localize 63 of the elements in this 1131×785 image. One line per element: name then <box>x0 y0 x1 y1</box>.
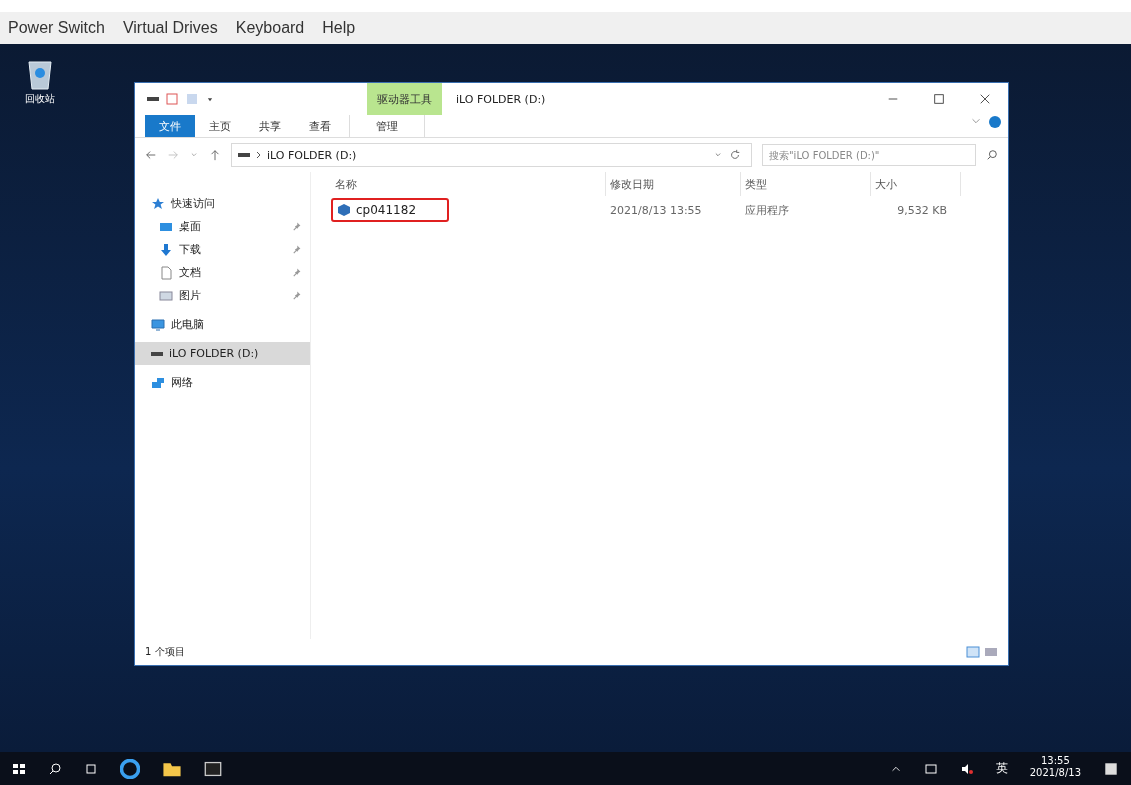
table-cell-text: 应用程序 <box>744 202 790 218</box>
menu-item[interactable]: Help <box>322 19 356 37</box>
back-icon <box>145 149 157 161</box>
pin-icon[interactable] <box>291 244 302 255</box>
status-text: 1 个项目 <box>145 645 186 659</box>
file-name-cell[interactable]: cp041182 <box>331 198 449 222</box>
maximize-icon <box>933 93 945 105</box>
ribbon-tab[interactable]: 管理 <box>349 115 425 137</box>
pin-icon[interactable] <box>291 267 302 278</box>
ribbon-tab[interactable]: 文件 <box>145 115 195 137</box>
drive-icon <box>147 97 159 101</box>
drive-icon <box>151 351 163 356</box>
table-cell-text: 2021/8/13 13:55 <box>609 203 703 217</box>
search-field[interactable]: 搜索"iLO FOLDER (D:)" <box>762 144 976 166</box>
sidebar-item[interactable]: 桌面 <box>135 215 310 238</box>
ribbon-tab[interactable]: 共享 <box>245 115 295 137</box>
forward-icon <box>167 149 179 161</box>
input-method-indicator[interactable]: 英 <box>995 760 1008 777</box>
sidebar-item[interactable]: 网络 <box>135 371 310 394</box>
desktop-icon-label: 回收站 <box>25 92 55 106</box>
sidebar-item[interactable]: iLO FOLDER (D:) <box>135 342 310 365</box>
recycle-bin-icon[interactable] <box>25 58 55 90</box>
terminal-icon <box>204 759 222 778</box>
table-cell-text: 9,532 KB <box>896 203 948 217</box>
star-icon <box>151 196 165 211</box>
address-bar[interactable]: iLO FOLDER (D:) <box>231 143 752 167</box>
sidebar-item[interactable]: 快速访问 <box>135 192 310 215</box>
ribbon-tab[interactable]: 主页 <box>195 115 245 137</box>
ribbon-context-label: 驱动器工具 <box>367 83 442 115</box>
document-icon <box>159 265 173 280</box>
window-title: iLO FOLDER (D:) <box>455 91 547 108</box>
search-icon <box>986 149 998 161</box>
large-icons-view-icon <box>984 645 998 659</box>
chevron-right-icon[interactable] <box>256 151 261 159</box>
network-icon <box>151 375 165 390</box>
menu-item[interactable]: Keyboard <box>235 19 305 37</box>
pin-icon[interactable] <box>291 221 302 232</box>
windows-start-icon <box>12 761 26 776</box>
ribbon-tab[interactable]: 查看 <box>295 115 345 137</box>
sidebar-item[interactable]: 图片 <box>135 284 310 307</box>
column-header[interactable]: 名称 <box>331 172 606 196</box>
package-icon <box>337 203 351 217</box>
task-view-icon <box>84 761 98 776</box>
column-header[interactable]: 修改日期 <box>606 172 741 196</box>
download-arrow-icon <box>159 242 173 257</box>
help-icon <box>988 115 1002 129</box>
sidebar-item[interactable]: 文档 <box>135 261 310 284</box>
pin-icon[interactable] <box>291 290 302 301</box>
picture-icon <box>159 288 173 303</box>
close-icon <box>979 93 991 105</box>
sidebar-item[interactable]: 下载 <box>135 238 310 261</box>
column-header[interactable]: 类型 <box>741 172 871 196</box>
refresh-icon <box>729 149 741 161</box>
monitor-icon <box>151 317 165 332</box>
menu-item[interactable]: Power Switch <box>8 19 105 37</box>
up-arrow-icon <box>209 149 221 161</box>
sidebar-item[interactable]: 此电脑 <box>135 313 310 336</box>
search-icon <box>48 761 62 776</box>
details-view-icon <box>966 645 980 659</box>
column-header[interactable]: 大小 <box>871 172 961 196</box>
taskbar-clock[interactable]: 13:55 2021/8/13 <box>1029 752 1081 785</box>
menu-item[interactable]: Virtual Drives <box>122 19 218 37</box>
drive-icon <box>238 153 250 157</box>
